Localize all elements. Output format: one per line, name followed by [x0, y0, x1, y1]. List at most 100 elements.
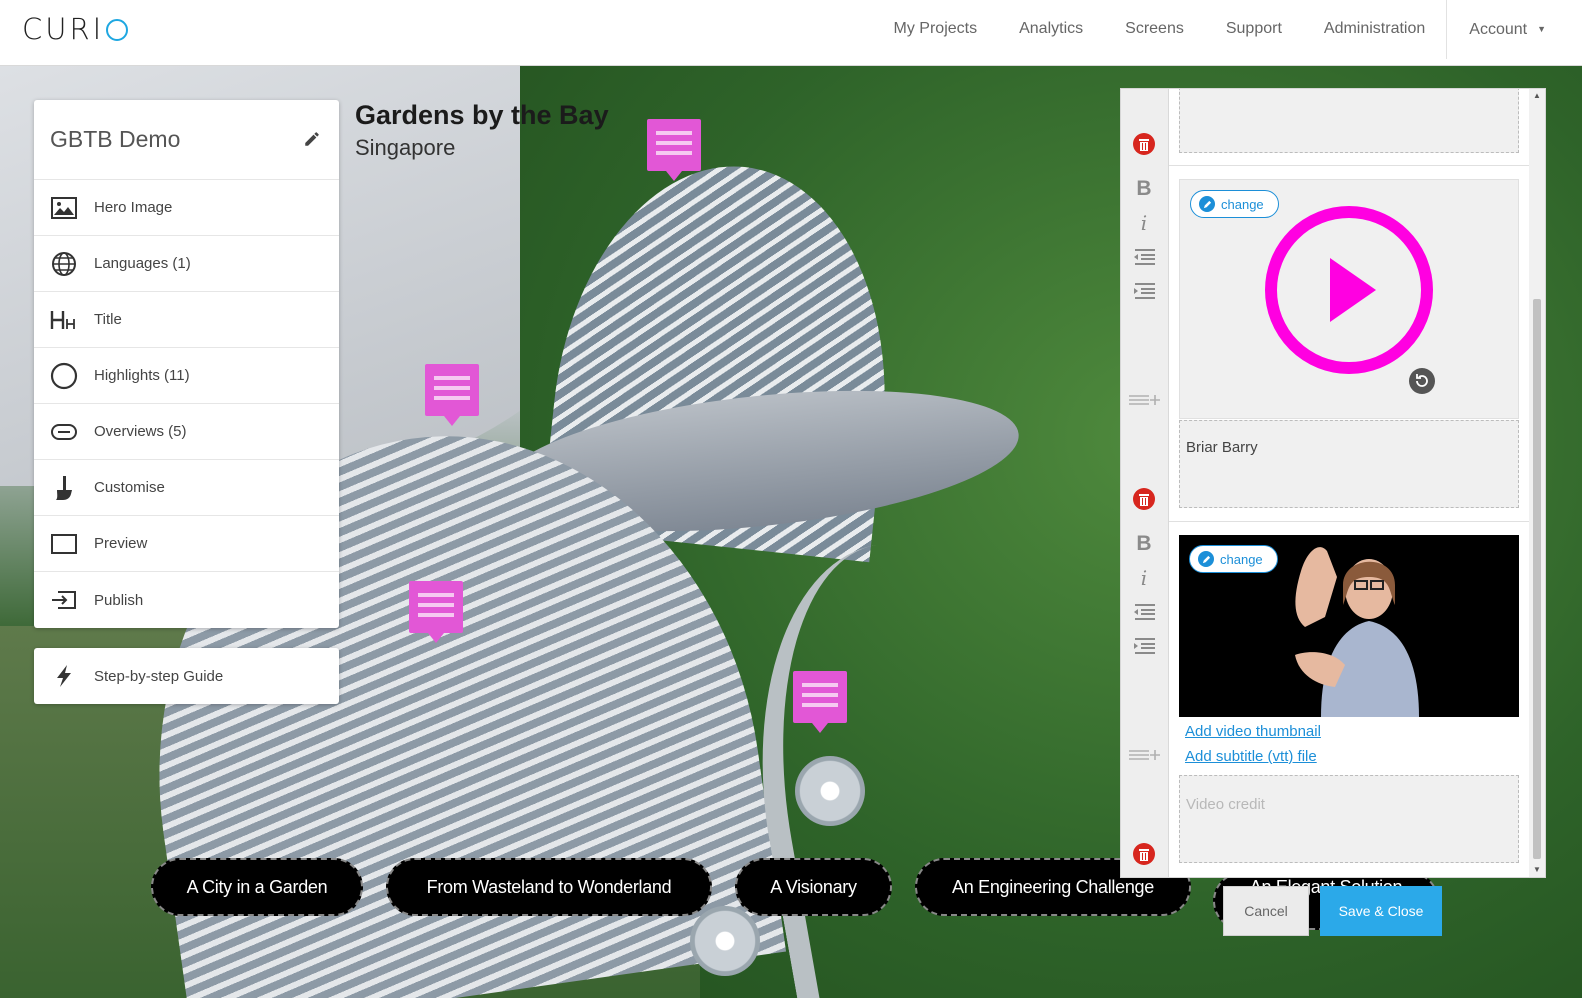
menu-label: Hero Image	[94, 199, 173, 216]
delete-block-trash-icon[interactable]	[1133, 133, 1155, 155]
trash-icon	[1139, 848, 1149, 861]
menu-label: Overviews (5)	[94, 423, 187, 440]
outdent-icon[interactable]	[1131, 247, 1157, 267]
italic-button[interactable]: i	[1131, 566, 1157, 590]
marker-line	[656, 141, 692, 145]
bold-button[interactable]: B	[1131, 532, 1157, 556]
cancel-button[interactable]: Cancel	[1223, 886, 1309, 936]
supertree-top	[795, 756, 865, 826]
sign-language-interpreter-figure	[1295, 547, 1419, 717]
lightning-icon	[57, 665, 71, 687]
overview-pill[interactable]: A City in a Garden	[151, 858, 363, 916]
marker-line	[656, 131, 692, 135]
step-by-step-guide-button[interactable]: Step-by-step Guide	[34, 648, 339, 704]
scroll-up-icon[interactable]: ▲	[1529, 89, 1545, 103]
account-menu[interactable]: Account ▼	[1446, 0, 1582, 59]
globe-icon	[52, 251, 76, 276]
video-credit-placeholder: Video credit	[1186, 796, 1265, 813]
marker-line	[802, 693, 838, 697]
audio-credit-field[interactable]: Briar Barry	[1179, 420, 1519, 508]
delete-block-trash-icon[interactable]	[1133, 488, 1155, 510]
delete-block-trash-icon[interactable]	[1133, 843, 1155, 865]
project-menu-panel: GBTB Demo Hero Image Languages (1) Title…	[34, 100, 339, 628]
marker-line	[802, 703, 838, 707]
pencil-glyph	[1203, 200, 1211, 208]
menu-title[interactable]: Title	[34, 292, 339, 348]
nav-my-projects[interactable]: My Projects	[873, 0, 999, 58]
video-credit-field[interactable]: Video credit	[1179, 775, 1519, 863]
outdent-icon[interactable]	[1131, 602, 1157, 622]
publish-icon	[52, 591, 76, 609]
highlight-marker[interactable]	[793, 671, 847, 733]
marker-line	[434, 376, 470, 380]
replace-refresh-icon[interactable]	[1409, 368, 1435, 394]
marker-line	[656, 151, 692, 155]
text-block[interactable]	[1179, 89, 1519, 153]
top-navigation-bar: CURI My Projects Analytics Screens Suppo…	[0, 0, 1582, 66]
main-nav: My Projects Analytics Screens Support Ad…	[873, 0, 1582, 59]
change-label: change	[1220, 551, 1263, 567]
save-and-close-button[interactable]: Save & Close	[1320, 886, 1442, 936]
trash-icon	[1139, 138, 1149, 151]
indent-icon[interactable]	[1131, 281, 1157, 301]
menu-label: Preview	[94, 535, 148, 552]
menu-label: Publish	[94, 591, 144, 609]
menu-hero-image[interactable]: Hero Image	[34, 180, 339, 236]
account-label: Account	[1469, 20, 1528, 38]
pencil-icon	[1198, 551, 1214, 567]
play-circle-icon[interactable]	[1263, 204, 1435, 376]
panel-header: GBTB Demo	[34, 100, 339, 180]
image-icon	[51, 196, 77, 219]
menu-highlights[interactable]: Highlights (11)	[34, 348, 339, 404]
menu-publish[interactable]: Publish	[34, 572, 339, 628]
add-video-thumbnail-link[interactable]: Add video thumbnail	[1185, 723, 1321, 740]
menu-languages[interactable]: Languages (1)	[34, 236, 339, 292]
bold-button[interactable]: B	[1131, 177, 1157, 201]
scroll-down-icon[interactable]: ▼	[1529, 863, 1545, 877]
editor-scrollbar[interactable]: ▲ ▼	[1529, 89, 1545, 877]
caret-down-icon: ▼	[1537, 23, 1546, 34]
add-row-icon[interactable]	[1127, 747, 1161, 763]
logo-o-circle	[106, 19, 129, 41]
preview-icon	[51, 533, 77, 554]
media-editor-panel: B i change Briar Barry B i change Add vi…	[1120, 88, 1546, 878]
italic-button[interactable]: i	[1131, 211, 1157, 235]
change-video-button[interactable]: change	[1189, 545, 1278, 573]
overview-pill[interactable]: A Visionary	[735, 858, 892, 916]
nav-analytics[interactable]: Analytics	[998, 0, 1104, 58]
nav-screens[interactable]: Screens	[1104, 0, 1205, 58]
overview-pill[interactable]: From Wasteland to Wonderland	[386, 858, 712, 916]
marker-line	[418, 603, 454, 607]
nav-administration[interactable]: Administration	[1303, 0, 1446, 58]
add-row-icon[interactable]	[1127, 392, 1161, 408]
place-subtitle: Singapore	[355, 135, 456, 160]
add-subtitle-link[interactable]: Add subtitle (vtt) file	[1185, 748, 1317, 765]
marker-line	[434, 386, 470, 390]
highlight-marker[interactable]	[647, 119, 701, 181]
pencil-icon[interactable]	[303, 130, 321, 148]
highlight-marker[interactable]	[425, 364, 479, 426]
block-separator	[1169, 165, 1531, 173]
nav-support[interactable]: Support	[1205, 0, 1303, 58]
place-title: Gardens by the Bay	[355, 100, 609, 130]
trash-icon	[1139, 493, 1149, 506]
guide-label: Step-by-step Guide	[94, 667, 224, 685]
menu-preview[interactable]: Preview	[34, 516, 339, 572]
change-label: change	[1221, 196, 1264, 212]
menu-customise[interactable]: Customise	[34, 460, 339, 516]
menu-label: Languages (1)	[94, 255, 191, 272]
supertree-top	[690, 906, 760, 976]
scrollbar-thumb[interactable]	[1533, 299, 1541, 859]
video-preview[interactable]: change	[1179, 535, 1519, 717]
curio-logo[interactable]: CURI	[22, 12, 129, 46]
menu-overviews[interactable]: Overviews (5)	[34, 404, 339, 460]
marker-line	[418, 593, 454, 597]
menu-label: Title	[94, 311, 122, 328]
pill-icon	[51, 423, 77, 440]
marker-line	[434, 396, 470, 400]
marker-line	[418, 613, 454, 617]
audio-media-box: change	[1179, 179, 1519, 419]
indent-icon[interactable]	[1131, 636, 1157, 656]
highlight-marker[interactable]	[409, 581, 463, 643]
audio-credit-text: Briar Barry	[1186, 439, 1258, 456]
